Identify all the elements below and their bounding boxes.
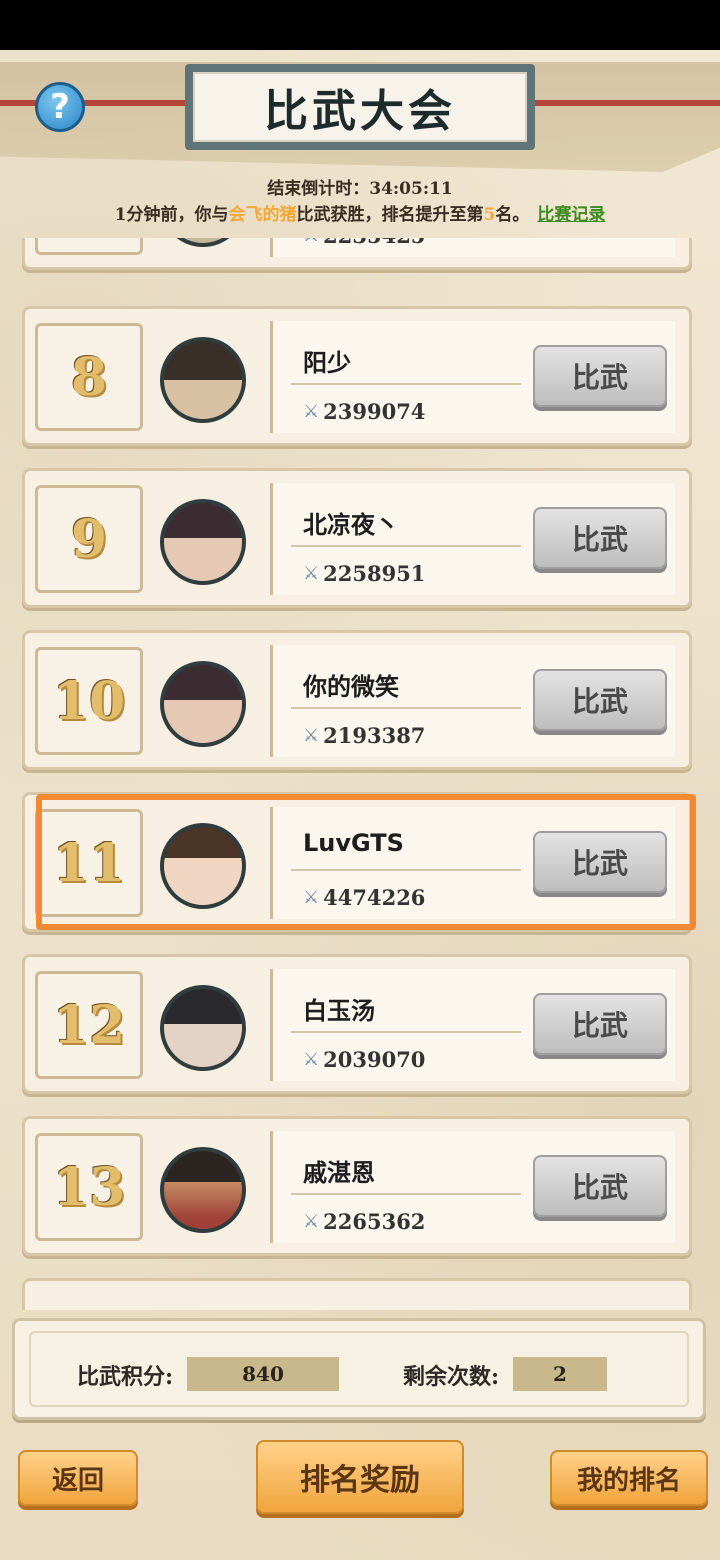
player-info: 白玉汤 ⚔ 2039070 比武 [270,969,675,1081]
countdown-label: 结束倒计时： [267,179,370,199]
player-power: ⚔ 2235425 [303,238,425,248]
player-power: ⚔ 2193387 [303,723,425,748]
player-info: 北凉夜丶 ⚔ 2258951 比武 [270,483,675,595]
my-ranking-button[interactable]: 我的排名 [550,1450,708,1506]
divider [291,1031,521,1033]
player-power: ⚔ 2265362 [303,1209,425,1234]
points-value: 840 [187,1357,339,1391]
rank-box: 13 [35,1133,143,1241]
list-item: 10 你的微笑 ⚔ 2193387 比武 [22,630,692,770]
sword-icon: ⚔ [303,401,320,422]
divider [291,545,521,547]
record-link[interactable]: 比赛记录 [537,205,605,225]
sword-icon: ⚔ [303,725,320,746]
remaining-label: 剩余次数: [403,1364,500,1390]
divider [291,707,521,709]
power-value: 2039070 [323,1047,426,1072]
power-value: 2399074 [323,399,426,424]
list-item: ⚔2235425 比武 [22,238,692,270]
player-info: ⚔2235425 比武 [270,238,675,257]
rank-box: 9 [35,485,143,593]
notice-prefix: 1分钟前，你与 [114,205,229,225]
stats-panel: 比武积分: 840 剩余次数: 2 [12,1318,706,1420]
list-item: 12 白玉汤 ⚔ 2039070 比武 [22,954,692,1094]
avatar [160,337,246,423]
player-info: 阳少 ⚔ 2399074 比武 [270,321,675,433]
title-plaque: 比武大会 [185,64,535,150]
player-name: 白玉汤 [303,997,375,1025]
power-value: 2265362 [323,1209,426,1234]
rank-box: 10 [35,647,143,755]
fight-button[interactable]: 比武 [533,993,667,1055]
player-name: 北凉夜丶 [303,511,399,539]
rank-box [35,238,143,255]
fight-button[interactable]: 比武 [533,507,667,569]
fight-button[interactable]: 比武 [533,1155,667,1217]
fight-button[interactable]: 比武 [533,669,667,731]
sword-icon: ⚔ [303,238,319,246]
power-value: 2235425 [323,238,425,248]
avatar [160,1147,246,1233]
points-label: 比武积分: [77,1364,174,1390]
countdown: 结束倒计时：34:05:11 [0,174,720,199]
notice-mid: 比武获胜，排名提升至第 [296,205,484,225]
list-item: 8 阳少 ⚔ 2399074 比武 [22,306,692,446]
player-info: 你的微笑 ⚔ 2193387 比武 [270,645,675,757]
sword-icon: ⚔ [303,1211,320,1232]
rank-box: 8 [35,323,143,431]
avatar [160,661,246,747]
player-name: 你的微笑 [303,673,399,701]
player-power: ⚔ 2399074 [303,399,425,424]
power-value: 2193387 [323,723,426,748]
back-button[interactable]: 返回 [18,1450,138,1506]
current-player-highlight [36,794,696,930]
sword-icon: ⚔ [303,563,320,584]
ranking-list[interactable]: ⚔2235425 比武 8 阳少 ⚔2399074 比武 9 北凉夜丶 ⚔225… [0,238,720,1310]
divider [291,1193,521,1195]
player-power: ⚔ 2039070 [303,1047,425,1072]
ranking-rewards-button[interactable]: 排名奖励 [256,1440,464,1514]
rank-box: 12 [35,971,143,1079]
notice-suffix: 名。 [495,205,530,225]
player-info: 戚湛恩 ⚔ 2265362 比武 [270,1131,675,1243]
avatar [160,985,246,1071]
page-title: 比武大会 [193,72,527,142]
battle-notice: 1分钟前，你与会飞的猪比武获胜，排名提升至第5名。 比赛记录 [0,200,720,225]
countdown-value: 34:05:11 [369,179,453,199]
sword-icon: ⚔ [303,1049,320,1070]
avatar [160,499,246,585]
notice-rank: 5 [483,205,496,225]
list-item: 9 北凉夜丶 ⚔ 2258951 比武 [22,468,692,608]
list-item [22,1278,692,1310]
player-power: ⚔ 2258951 [303,561,425,586]
status-bar [0,0,720,50]
player-name: 阳少 [303,349,351,377]
notice-opponent: 会飞的猪 [228,205,297,225]
divider [291,383,521,385]
power-value: 2258951 [323,561,426,586]
remaining-value: 2 [513,1357,607,1391]
list-item: 13 戚湛恩 ⚔ 2265362 比武 [22,1116,692,1256]
avatar [160,238,246,247]
help-icon[interactable]: ? [35,82,85,132]
player-name: 戚湛恩 [303,1159,375,1187]
fight-button[interactable]: 比武 [533,345,667,407]
